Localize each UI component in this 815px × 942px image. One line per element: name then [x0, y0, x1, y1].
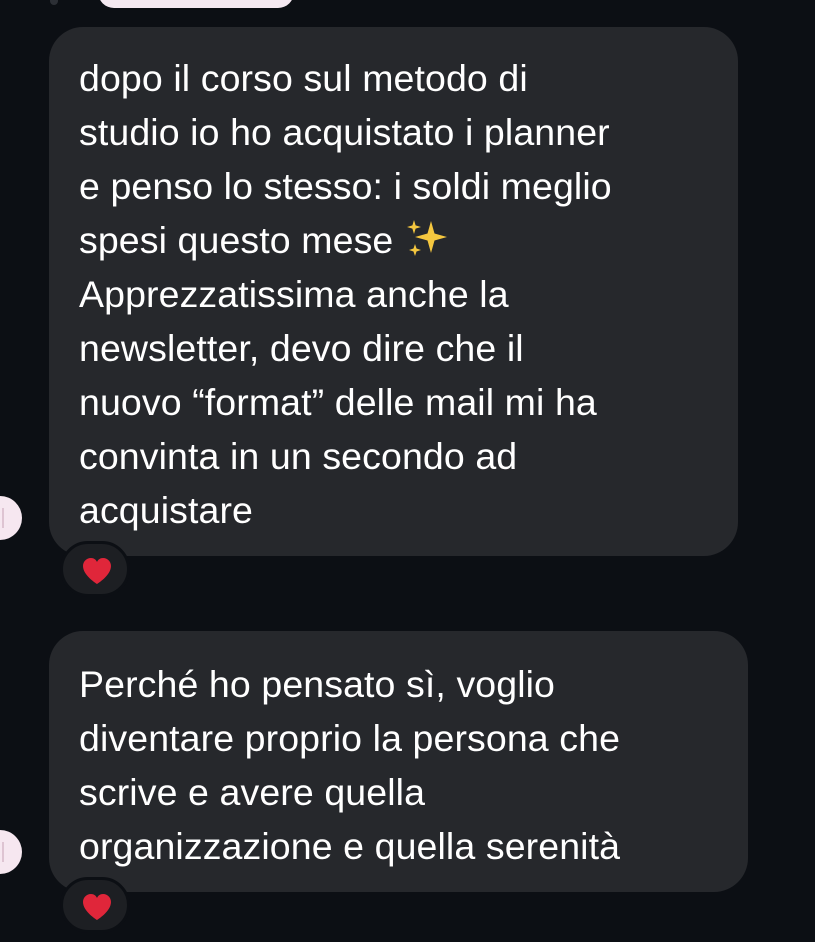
message-reaction[interactable]	[60, 541, 130, 597]
message-bubble[interactable]: Perché ho pensato sì, voglio diventare p…	[49, 631, 748, 892]
message-bubble[interactable]: dopo il corso sul metodo di studio io ho…	[49, 27, 738, 556]
message-text-line-with-emoji: spesi questo mese	[79, 213, 708, 267]
message-text-line: scrive e avere quella	[79, 771, 426, 813]
message-text-line: convinta in un secondo ad	[79, 435, 518, 477]
avatar-pattern	[2, 842, 10, 862]
message-text-line: diventare proprio la persona che	[79, 717, 621, 759]
message-text-line: nuovo “format” delle mail mi ha	[79, 381, 597, 423]
message-text-line: spesi questo mese	[79, 219, 394, 261]
message-text-line: organizzazione e quella serenità	[79, 825, 621, 867]
message-text-line: dopo il corso sul metodo di	[79, 57, 528, 99]
avatar-pattern	[2, 508, 10, 528]
previous-message-edge	[98, 0, 294, 8]
sender-avatar[interactable]	[0, 830, 22, 874]
message-text-line: studio io ho acquistato i planner	[79, 111, 610, 153]
sender-avatar[interactable]	[0, 496, 22, 540]
message-text-line: e penso lo stesso: i soldi meglio	[79, 165, 612, 207]
message-reaction[interactable]	[60, 877, 130, 933]
message-text-line: acquistare	[79, 489, 254, 531]
scroll-indicator	[50, 0, 58, 5]
sparkles-icon	[407, 220, 448, 256]
heart-icon	[83, 558, 111, 584]
message-text-line: Perché ho pensato sì, voglio	[79, 663, 556, 705]
message-text-line: Apprezzatissima anche la	[79, 273, 509, 315]
heart-icon	[83, 894, 111, 920]
message-text-line: newsletter, devo dire che il	[79, 327, 524, 369]
